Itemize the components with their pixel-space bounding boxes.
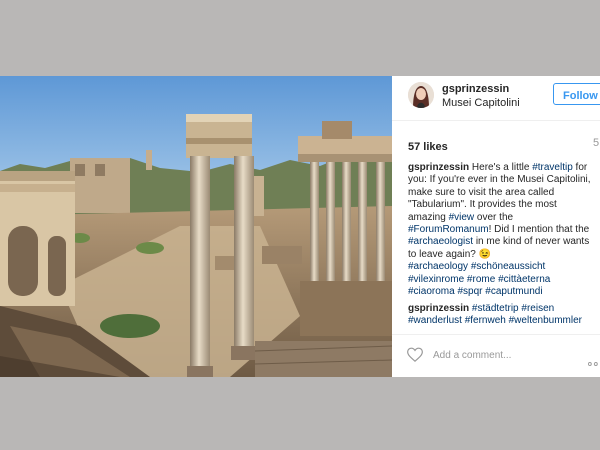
hashtag-link[interactable]: #spqr — [457, 286, 482, 297]
hashtag-link[interactable]: #cittàeterna — [498, 274, 550, 285]
likes-row: 57 likes 5 — [408, 137, 600, 155]
heart-icon[interactable] — [407, 347, 423, 367]
post-card: gsprinzessin Musei Capitolini Follow 57 … — [0, 76, 600, 377]
hashtag-link[interactable]: #vilexinrome — [408, 274, 464, 285]
hashtag-link[interactable]: #weltenbummler — [509, 315, 582, 326]
hashtag-link[interactable]: #archaeologist — [408, 236, 473, 247]
hashtag-link[interactable]: #caputmundi — [485, 286, 542, 297]
caption-author[interactable]: gsprinzessin — [408, 162, 469, 173]
hashtag-link[interactable]: #ForumRomanum — [408, 224, 489, 235]
hashtag-link[interactable]: #rome — [467, 274, 495, 285]
post-caption: gsprinzessin Here's a little #traveltip … — [408, 162, 592, 298]
hashtag-link[interactable]: #städtetrip — [472, 303, 519, 314]
more-options-icon[interactable] — [587, 353, 598, 371]
post-header: gsprinzessin Musei Capitolini Follow — [392, 76, 600, 121]
post-photo[interactable] — [0, 76, 392, 377]
comment-input[interactable] — [433, 346, 573, 364]
forum-romanum-photo — [0, 76, 392, 377]
hashtag-link[interactable]: #view — [449, 212, 475, 223]
post-sidebar: gsprinzessin Musei Capitolini Follow 57 … — [392, 76, 600, 377]
caption-text: Here's a little — [469, 162, 533, 173]
avatar-image — [408, 82, 434, 108]
time-ago[interactable]: 5 — [593, 137, 599, 149]
likes-count[interactable]: 57 likes — [408, 141, 448, 153]
hashtag-link[interactable]: #traveltip — [532, 162, 573, 173]
hashtag-link[interactable]: #schöneaussicht — [471, 261, 546, 272]
comment-bar — [392, 334, 600, 377]
comment-item: gsprinzessin #städtetrip #reisen #wander… — [408, 303, 592, 328]
follow-button[interactable]: Follow — [553, 83, 600, 105]
location-link[interactable]: Musei Capitolini — [442, 97, 520, 109]
hashtag-link[interactable]: #archaeology — [408, 261, 468, 272]
comment-author[interactable]: gsprinzessin — [408, 303, 469, 314]
caption-text: over the — [474, 211, 514, 223]
hashtag-link[interactable]: #reisen — [521, 303, 554, 314]
caption-text: ! Did I mention that the — [488, 224, 590, 236]
avatar[interactable] — [408, 82, 434, 108]
hashtag-link[interactable]: #ciaoroma — [408, 286, 455, 297]
username-link[interactable]: gsprinzessin — [442, 83, 509, 95]
hashtag-link[interactable]: #fernweh — [465, 315, 506, 326]
hashtag-link[interactable]: #wanderlust — [408, 315, 462, 326]
